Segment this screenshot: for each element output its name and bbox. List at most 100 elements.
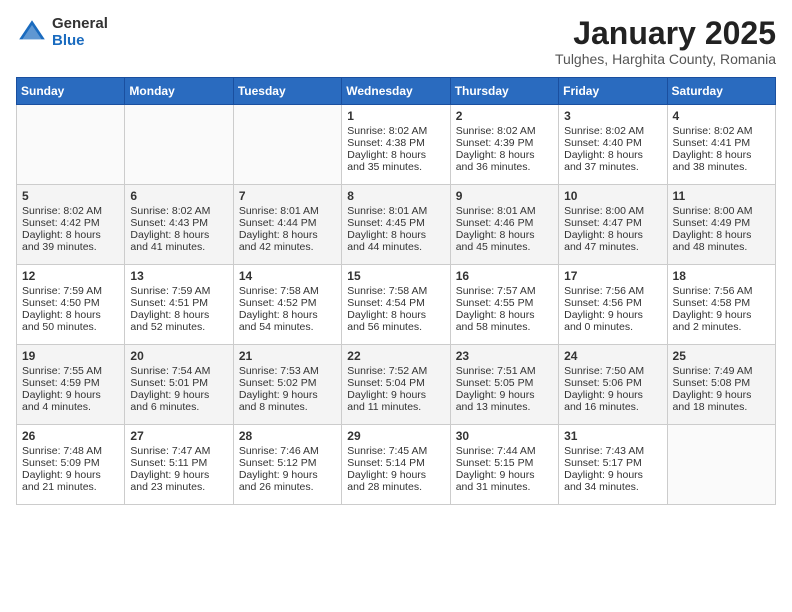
day-content: Daylight: 8 hours and 42 minutes. [239,229,336,253]
calendar-title: January 2025 [555,16,776,51]
header-cell-sunday: Sunday [17,78,125,105]
day-content: Daylight: 8 hours and 52 minutes. [130,309,227,333]
day-content: Daylight: 8 hours and 36 minutes. [456,149,553,173]
day-cell: 2Sunrise: 8:02 AMSunset: 4:39 PMDaylight… [450,105,558,185]
day-content: Sunset: 4:42 PM [22,217,119,229]
day-cell: 29Sunrise: 7:45 AMSunset: 5:14 PMDayligh… [342,425,450,505]
day-number: 6 [130,189,227,203]
day-content: Sunset: 4:56 PM [564,297,661,309]
day-content: Sunrise: 7:58 AM [347,285,444,297]
day-number: 23 [456,349,553,363]
day-number: 19 [22,349,119,363]
calendar-header: SundayMondayTuesdayWednesdayThursdayFrid… [17,78,776,105]
day-content: Daylight: 9 hours and 8 minutes. [239,389,336,413]
calendar-subtitle: Tulghes, Harghita County, Romania [555,51,776,67]
page-header: General Blue January 2025 Tulghes, Hargh… [16,16,776,67]
day-content: Sunrise: 7:46 AM [239,445,336,457]
day-number: 21 [239,349,336,363]
day-number: 25 [673,349,770,363]
day-cell: 30Sunrise: 7:44 AMSunset: 5:15 PMDayligh… [450,425,558,505]
day-content: Sunrise: 8:02 AM [673,125,770,137]
day-content: Sunset: 4:44 PM [239,217,336,229]
day-content: Sunrise: 7:49 AM [673,365,770,377]
day-content: Daylight: 9 hours and 0 minutes. [564,309,661,333]
day-content: Sunset: 4:41 PM [673,137,770,149]
day-content: Daylight: 8 hours and 50 minutes. [22,309,119,333]
day-cell: 15Sunrise: 7:58 AMSunset: 4:54 PMDayligh… [342,265,450,345]
day-content: Daylight: 9 hours and 26 minutes. [239,469,336,493]
day-content: Sunset: 4:47 PM [564,217,661,229]
day-cell: 12Sunrise: 7:59 AMSunset: 4:50 PMDayligh… [17,265,125,345]
day-number: 11 [673,189,770,203]
day-cell: 5Sunrise: 8:02 AMSunset: 4:42 PMDaylight… [17,185,125,265]
day-cell: 14Sunrise: 7:58 AMSunset: 4:52 PMDayligh… [233,265,341,345]
day-cell [667,425,775,505]
day-content: Sunset: 4:43 PM [130,217,227,229]
title-block: January 2025 Tulghes, Harghita County, R… [555,16,776,67]
day-content: Sunrise: 7:43 AM [564,445,661,457]
day-content: Sunrise: 7:51 AM [456,365,553,377]
day-number: 30 [456,429,553,443]
day-number: 29 [347,429,444,443]
day-content: Sunrise: 8:01 AM [239,205,336,217]
day-cell: 26Sunrise: 7:48 AMSunset: 5:09 PMDayligh… [17,425,125,505]
day-content: Sunset: 5:17 PM [564,457,661,469]
day-content: Sunset: 4:54 PM [347,297,444,309]
day-content: Sunrise: 7:59 AM [130,285,227,297]
day-number: 18 [673,269,770,283]
day-content: Sunrise: 7:57 AM [456,285,553,297]
day-content: Daylight: 8 hours and 41 minutes. [130,229,227,253]
day-number: 28 [239,429,336,443]
day-content: Sunrise: 7:55 AM [22,365,119,377]
day-number: 26 [22,429,119,443]
logo-blue: Blue [52,33,108,50]
day-cell: 17Sunrise: 7:56 AMSunset: 4:56 PMDayligh… [559,265,667,345]
day-number: 9 [456,189,553,203]
day-content: Daylight: 8 hours and 54 minutes. [239,309,336,333]
day-content: Sunrise: 8:00 AM [673,205,770,217]
day-content: Sunrise: 7:54 AM [130,365,227,377]
day-number: 24 [564,349,661,363]
day-content: Sunset: 5:14 PM [347,457,444,469]
day-cell: 1Sunrise: 8:02 AMSunset: 4:38 PMDaylight… [342,105,450,185]
day-content: Daylight: 8 hours and 35 minutes. [347,149,444,173]
logo-general: General [52,16,108,33]
day-cell: 3Sunrise: 8:02 AMSunset: 4:40 PMDaylight… [559,105,667,185]
day-content: Sunset: 5:11 PM [130,457,227,469]
day-cell: 23Sunrise: 7:51 AMSunset: 5:05 PMDayligh… [450,345,558,425]
day-content: Daylight: 9 hours and 23 minutes. [130,469,227,493]
day-number: 14 [239,269,336,283]
day-content: Sunset: 4:45 PM [347,217,444,229]
header-cell-thursday: Thursday [450,78,558,105]
day-content: Sunrise: 8:02 AM [347,125,444,137]
day-number: 16 [456,269,553,283]
header-cell-friday: Friday [559,78,667,105]
day-content: Sunset: 4:39 PM [456,137,553,149]
day-content: Sunrise: 8:01 AM [456,205,553,217]
day-number: 31 [564,429,661,443]
logo-text: General Blue [52,16,108,49]
day-content: Daylight: 9 hours and 6 minutes. [130,389,227,413]
day-content: Sunrise: 7:53 AM [239,365,336,377]
day-content: Daylight: 9 hours and 34 minutes. [564,469,661,493]
day-number: 22 [347,349,444,363]
day-cell: 28 Sunrise: 7:46 AMSunset: 5:12 PMDayligh… [233,425,341,505]
day-cell [125,105,233,185]
day-content: Sunset: 4:50 PM [22,297,119,309]
day-content: Sunset: 5:01 PM [130,377,227,389]
day-content: Sunset: 4:46 PM [456,217,553,229]
day-number: 12 [22,269,119,283]
logo: General Blue [16,16,108,49]
day-content: Daylight: 9 hours and 31 minutes. [456,469,553,493]
day-content: Sunset: 5:12 PM [239,457,336,469]
day-content: Sunrise: 7:45 AM [347,445,444,457]
day-content: Sunset: 5:09 PM [22,457,119,469]
day-cell: 10Sunrise: 8:00 AMSunset: 4:47 PMDayligh… [559,185,667,265]
day-content: Daylight: 8 hours and 38 minutes. [673,149,770,173]
header-cell-tuesday: Tuesday [233,78,341,105]
day-content: Sunrise: 7:56 AM [673,285,770,297]
day-content: Sunrise: 8:02 AM [130,205,227,217]
day-cell: 25Sunrise: 7:49 AMSunset: 5:08 PMDayligh… [667,345,775,425]
day-content: Daylight: 8 hours and 44 minutes. [347,229,444,253]
day-cell: 4Sunrise: 8:02 AMSunset: 4:41 PMDaylight… [667,105,775,185]
